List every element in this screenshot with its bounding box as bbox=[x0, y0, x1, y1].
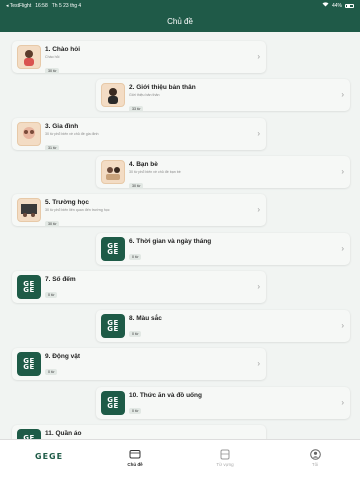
tab-vocabulary[interactable]: Từ vựng bbox=[205, 449, 245, 467]
chevron-right-icon: › bbox=[257, 129, 260, 138]
topic-card-6[interactable]: GE GE 6. Thời gian và ngày tháng 0 từ › bbox=[96, 233, 350, 265]
topic-list[interactable]: 1. Chào hỏi Chào hỏi 30 từ › 2. Giới thi… bbox=[0, 32, 360, 439]
gege-logo-icon: GEGE bbox=[17, 429, 41, 439]
topic-card-1[interactable]: 1. Chào hỏi Chào hỏi 30 từ › bbox=[12, 41, 266, 74]
topic-desc: 30 từ phổ biến về chủ đề bạn bè bbox=[129, 170, 181, 174]
topic-card-5[interactable]: 5. Trường học 30 từ phổ biến liên quan đ… bbox=[12, 194, 266, 227]
gege-logo-icon: GEGE bbox=[17, 275, 41, 299]
chevron-right-icon: › bbox=[341, 321, 344, 330]
topic-name: 4. Bạn bè bbox=[129, 161, 158, 168]
gege-logo-icon: GEGE bbox=[101, 314, 125, 338]
topic-name: 3. Gia đình bbox=[45, 123, 79, 130]
topic-card-4[interactable]: 4. Bạn bè 30 từ phổ biến về chủ đề bạn b… bbox=[96, 156, 350, 189]
topic-card-10[interactable]: GE GE 10. Thức ăn và đồ uống 0 từ › bbox=[96, 387, 350, 419]
word-count-badge: 0 từ bbox=[45, 292, 58, 298]
book-icon bbox=[115, 449, 155, 460]
wifi-icon bbox=[322, 2, 329, 9]
topic-name: 9. Động vật bbox=[45, 353, 81, 360]
battery-percent: 44% bbox=[331, 2, 342, 9]
topic-name: 2. Giới thiệu bản thân bbox=[129, 84, 196, 91]
topic-name: 10. Thức ăn và đồ uống bbox=[129, 392, 202, 399]
topic-card-9[interactable]: GE GE 9. Động vật 0 từ › bbox=[12, 348, 266, 380]
word-count-badge: 30 từ bbox=[129, 183, 144, 189]
topic-thumbnail bbox=[17, 122, 41, 146]
topic-thumbnail bbox=[17, 45, 41, 69]
word-count-badge: 33 từ bbox=[129, 106, 144, 112]
header: Chủ đề bbox=[0, 11, 360, 32]
topic-name: 5. Trường học bbox=[45, 199, 89, 206]
topic-card-3[interactable]: 3. Gia đình 30 từ phổ biến về chủ đề gia… bbox=[12, 118, 266, 151]
word-count-badge: 30 từ bbox=[45, 221, 60, 227]
tab-topics[interactable]: Chủ đề bbox=[115, 449, 155, 467]
gege-logo-icon: GEGE bbox=[101, 391, 125, 415]
status-bar: ◂ TestFlight 16:58 Th 5 23 thg 4 44% bbox=[0, 0, 360, 11]
topic-card-2[interactable]: 2. Giới thiệu bản thân Giới thiệu bản th… bbox=[96, 79, 350, 112]
cards-icon bbox=[205, 449, 245, 460]
topic-thumbnail bbox=[17, 198, 41, 222]
topic-desc: 30 từ phổ biến về chủ đề gia đình bbox=[45, 132, 99, 136]
topic-desc: Giới thiệu bản thân bbox=[129, 93, 160, 97]
topic-desc: 30 từ phổ biến liên quan đến trường học bbox=[45, 208, 110, 212]
topic-name: 7. Số đếm bbox=[45, 276, 76, 283]
chevron-right-icon: › bbox=[257, 52, 260, 61]
tab-me[interactable]: Tôi bbox=[295, 449, 335, 467]
topic-name: 6. Thời gian và ngày tháng bbox=[129, 238, 212, 245]
person-icon bbox=[295, 449, 335, 460]
word-count-badge: 0 từ bbox=[45, 369, 58, 375]
chevron-right-icon: › bbox=[257, 359, 260, 368]
battery-icon bbox=[345, 3, 354, 8]
page-title: Chủ đề bbox=[167, 17, 193, 26]
tab-bar: GEGE Chủ đề Từ vựng Tôi bbox=[0, 439, 360, 480]
topic-thumbnail bbox=[101, 160, 125, 184]
chevron-right-icon: › bbox=[257, 282, 260, 291]
topic-card-11[interactable]: GEGE 11. Quần áo › bbox=[12, 425, 266, 439]
topic-thumbnail bbox=[101, 83, 125, 107]
status-time: 16:58 bbox=[35, 2, 48, 9]
word-count-badge: 0 từ bbox=[129, 254, 142, 260]
chevron-right-icon: › bbox=[257, 205, 260, 214]
topic-name: 11. Quần áo bbox=[45, 430, 82, 437]
word-count-badge: 31 từ bbox=[45, 145, 60, 151]
gege-logo-icon: GEGE bbox=[17, 352, 41, 376]
tab-label: Chủ đề bbox=[127, 462, 143, 467]
gege-logo-icon: GEGE bbox=[101, 237, 125, 261]
word-count-badge: 30 từ bbox=[45, 68, 60, 74]
chevron-right-icon: › bbox=[341, 398, 344, 407]
brand-logo: GEGE bbox=[35, 452, 64, 461]
tab-label: Tôi bbox=[311, 462, 319, 467]
topic-card-7[interactable]: GE GE 7. Số đếm 0 từ › bbox=[12, 271, 266, 303]
topic-name: 1. Chào hỏi bbox=[45, 46, 81, 53]
status-date: Th 5 23 thg 4 bbox=[51, 2, 82, 9]
tab-label: Từ vựng bbox=[216, 462, 234, 467]
topic-card-8[interactable]: GE GE 8. Màu sắc 0 từ › bbox=[96, 310, 350, 342]
topic-name: 8. Màu sắc bbox=[129, 315, 162, 322]
status-carrier: ◂ TestFlight bbox=[6, 2, 32, 9]
word-count-badge: 0 từ bbox=[129, 408, 142, 414]
topic-desc: Chào hỏi bbox=[45, 55, 60, 59]
chevron-right-icon: › bbox=[341, 90, 344, 99]
chevron-right-icon: › bbox=[341, 167, 344, 176]
word-count-badge: 0 từ bbox=[129, 331, 142, 337]
chevron-right-icon: › bbox=[341, 244, 344, 253]
